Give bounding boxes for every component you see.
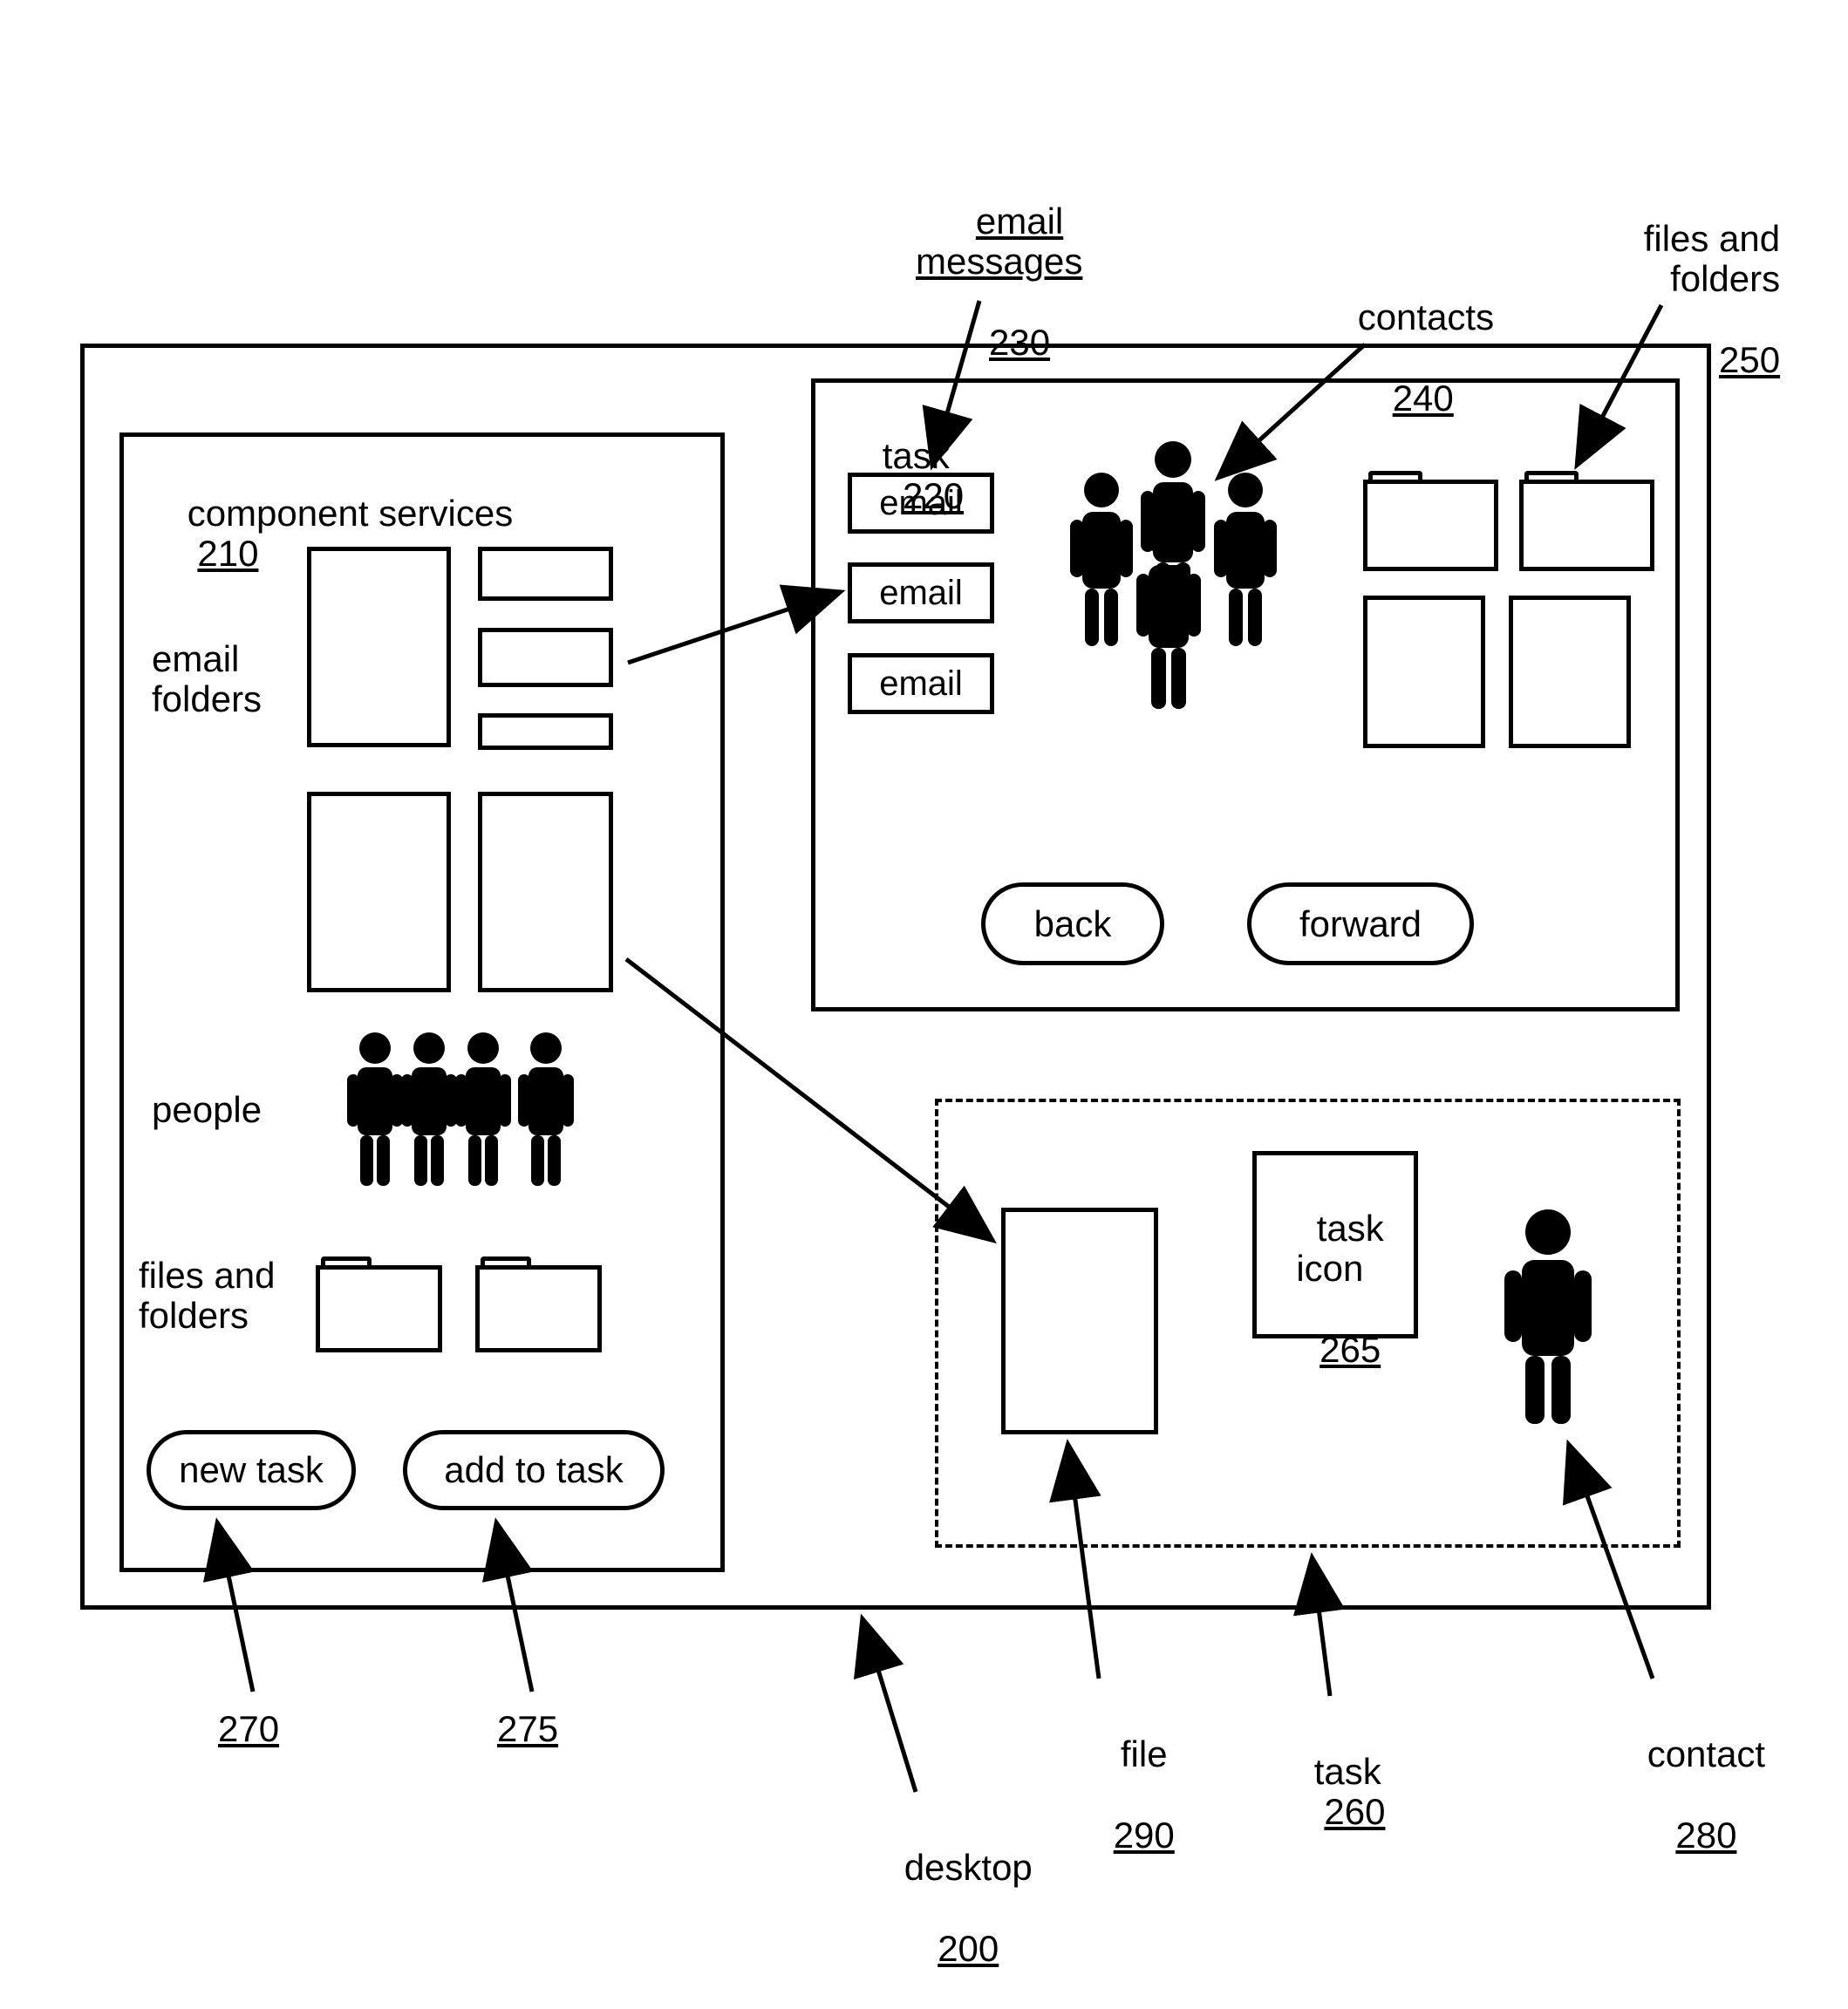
email-folder-small-3[interactable] <box>478 713 613 750</box>
task-folder-1[interactable] <box>1363 480 1498 571</box>
folder-cs-2[interactable] <box>475 1265 602 1352</box>
task-file-1[interactable] <box>1363 596 1485 748</box>
email-folder-small-1[interactable] <box>478 547 613 601</box>
task-file-2[interactable] <box>1509 596 1631 748</box>
email-folder-large[interactable] <box>307 547 451 747</box>
document-item-1[interactable] <box>307 792 451 992</box>
callout-270: 270 <box>218 1709 279 1749</box>
contacts-icon-group[interactable] <box>1042 440 1304 728</box>
people-icon-group[interactable] <box>344 1031 589 1196</box>
callout-desktop-200: desktop 200 <box>863 1808 1033 2009</box>
callout-task-260: task 260 <box>1273 1712 1385 1873</box>
contact-280-icon[interactable] <box>1496 1208 1600 1434</box>
task-folder-2[interactable] <box>1519 480 1654 571</box>
email-item-2[interactable]: email <box>848 562 994 623</box>
people-label: people <box>152 1090 262 1130</box>
folder-cs-1[interactable] <box>316 1265 442 1352</box>
email-folders-label: email folders <box>152 639 262 719</box>
new-task-button[interactable]: new task <box>147 1430 356 1510</box>
callout-contact-280: contact 280 <box>1606 1694 1765 1896</box>
callout-file-290: file 290 <box>1073 1694 1175 1896</box>
file-290[interactable] <box>1001 1208 1158 1434</box>
forward-button[interactable]: forward <box>1247 882 1474 965</box>
document-item-2[interactable] <box>478 792 613 992</box>
email-item-3[interactable]: email <box>848 653 994 714</box>
files-folders-label-cs: files and folders <box>139 1256 275 1336</box>
callout-275: 275 <box>497 1709 558 1749</box>
email-item-1[interactable]: email <box>848 473 994 534</box>
back-button[interactable]: back <box>981 882 1164 965</box>
email-folder-small-2[interactable] <box>478 628 613 687</box>
add-to-task-button[interactable]: add to task <box>403 1430 665 1510</box>
task-icon-label: task icon 265 <box>1276 1168 1384 1410</box>
